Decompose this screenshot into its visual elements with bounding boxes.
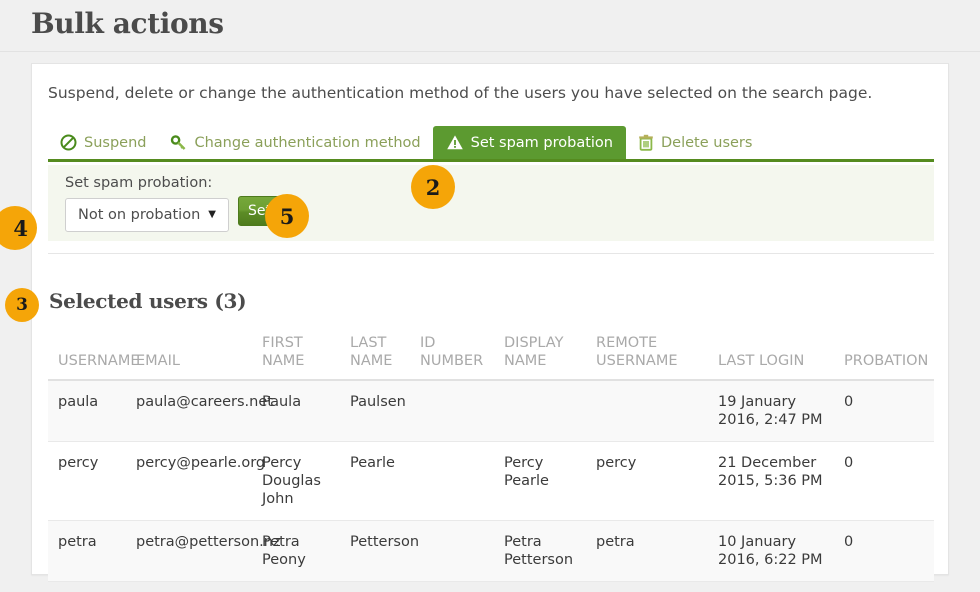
column-header-last-name: LAST NAME (350, 330, 420, 381)
selected-users-table-wrapper: USERNAME EMAIL FIRST NAME LAST NAME ID N… (48, 330, 934, 582)
column-header-first-name: FIRST NAME (262, 330, 350, 381)
tab-suspend[interactable]: Suspend (48, 126, 158, 159)
selected-users-table: USERNAME EMAIL FIRST NAME LAST NAME ID N… (48, 330, 934, 582)
table-header-row: USERNAME EMAIL FIRST NAME LAST NAME ID N… (48, 330, 934, 381)
cell-last-name: Pearle (350, 441, 420, 521)
tab-delete-users[interactable]: Delete users (626, 126, 764, 159)
tab-set-spam-probation[interactable]: Set spam probation (432, 126, 626, 159)
column-header-probation: PROBATION (844, 330, 934, 381)
cell-last-login: 21 December 2015, 5:36 PM (718, 441, 844, 521)
cell-probation: 0 (844, 441, 934, 521)
cell-username: petra (48, 520, 136, 582)
column-header-display-name: DISPLAY NAME (504, 330, 596, 381)
key-icon (170, 134, 187, 151)
tab-change-authentication-method[interactable]: Change authentication method (158, 126, 432, 159)
tab-label: Set spam probation (470, 134, 613, 151)
tab-label: Suspend (84, 134, 147, 151)
cell-display-name: Percy Pearle (504, 441, 596, 521)
spam-probation-label: Set spam probation: (65, 175, 213, 191)
cell-last-name: Petterson (350, 520, 420, 582)
callout-badge-3: 3 (5, 288, 39, 322)
trash-icon (638, 134, 654, 151)
page-title: Bulk actions (31, 7, 224, 40)
selected-users-heading: Selected users (3) (49, 289, 247, 313)
cell-remote-username: petra (596, 520, 718, 582)
table-row: petra petra@petterson.nz Petra Peony Pet… (48, 520, 934, 582)
table-row: paula paula@careers.net Paula Paulsen 19… (48, 380, 934, 442)
cell-first-name: Percy Douglas John (262, 441, 350, 521)
cell-email: petra@petterson.nz (136, 520, 281, 582)
bulk-actions-tabbar: Suspend Change authentication method Set… (48, 126, 934, 162)
cell-probation: 0 (844, 380, 934, 442)
cell-last-name: Paulsen (350, 380, 420, 442)
cell-last-login: 10 January 2016, 6:22 PM (718, 520, 844, 582)
table-row: percy percy@pearle.org Percy Douglas Joh… (48, 441, 934, 521)
chevron-down-icon: ▼ (208, 209, 216, 220)
cell-email: paula@careers.net (136, 380, 273, 442)
tab-label: Change authentication method (194, 134, 421, 151)
column-header-last-login: LAST LOGIN (718, 330, 844, 381)
cell-id-number (420, 441, 504, 521)
bulk-actions-card: Suspend, delete or change the authentica… (31, 63, 949, 582)
spam-probation-form: Set spam probation: Not on probation ▼ S… (48, 165, 934, 241)
column-header-email: EMAIL (136, 330, 262, 381)
cell-probation: 0 (844, 520, 934, 582)
cell-display-name: Petra Petterson (504, 520, 596, 582)
column-header-remote-username: REMOTE USERNAME (596, 330, 718, 381)
page-header: Bulk actions (0, 0, 980, 52)
callout-badge-2: 2 (411, 165, 455, 209)
ban-icon (60, 134, 77, 151)
spam-probation-select[interactable]: Not on probation ▼ (65, 198, 229, 232)
column-header-username: USERNAME (48, 330, 140, 381)
cell-id-number (420, 380, 504, 442)
warning-triangle-icon (446, 134, 464, 151)
cell-id-number (420, 520, 504, 582)
cell-display-name (504, 380, 596, 442)
cell-username: percy (48, 441, 136, 521)
cell-last-login: 19 January 2016, 2:47 PM (718, 380, 844, 442)
section-divider (48, 253, 934, 254)
column-header-id-number: ID NUMBER (420, 330, 504, 381)
cell-first-name: Petra Peony (262, 520, 350, 582)
cell-username: paula (48, 380, 136, 442)
cell-first-name: Paula (262, 380, 350, 442)
callout-badge-5: 5 (265, 194, 309, 238)
cell-email: percy@pearle.org (136, 441, 265, 521)
cell-remote-username: percy (596, 441, 718, 521)
select-value: Not on probation (78, 207, 201, 223)
intro-text: Suspend, delete or change the authentica… (48, 84, 873, 102)
tab-label: Delete users (661, 134, 753, 151)
cell-remote-username (596, 380, 718, 442)
